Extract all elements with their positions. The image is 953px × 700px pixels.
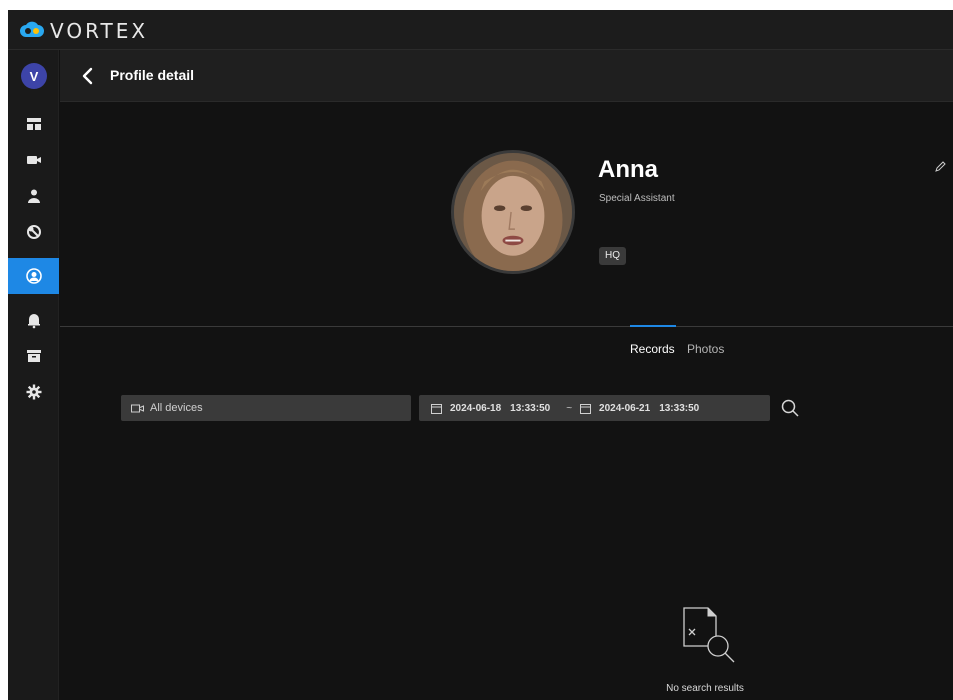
- date-range-picker[interactable]: 2024-06-18 13:33:50 ~ 2024-06-21 13:33:5…: [419, 395, 770, 421]
- start-date: 2024-06-18: [450, 402, 502, 414]
- profile-photo: [451, 150, 575, 274]
- sidebar-item-people[interactable]: [8, 178, 59, 214]
- start-time: 13:33:50: [510, 402, 551, 414]
- tab-records[interactable]: Records: [630, 342, 675, 356]
- cloud-logo-icon: [20, 21, 44, 37]
- no-results-icon: [683, 607, 735, 663]
- device-select-value: All devices: [150, 402, 203, 414]
- person-icon: [27, 189, 40, 203]
- sidebar-item-archive[interactable]: [8, 338, 59, 374]
- face-photo-image: [454, 153, 572, 271]
- tabs-divider: [60, 326, 953, 327]
- profile-icon: [25, 268, 42, 284]
- sidebar-item-settings[interactable]: [8, 374, 59, 410]
- page-header: Profile detail: [60, 50, 953, 102]
- bell-icon: [27, 314, 40, 329]
- user-avatar[interactable]: V: [21, 63, 47, 89]
- sidebar-item-profiles[interactable]: [8, 258, 59, 294]
- gear-icon: [26, 384, 41, 400]
- active-tab-indicator: [630, 325, 676, 327]
- end-date: 2024-06-21: [599, 402, 651, 414]
- device-select[interactable]: All devices: [121, 395, 411, 421]
- range-separator: ~: [566, 402, 573, 414]
- search-icon[interactable]: [780, 398, 800, 418]
- sidebar-item-cameras[interactable]: [8, 142, 59, 178]
- sidebar: V: [8, 50, 59, 700]
- archive-icon: [26, 350, 41, 362]
- calendar-icon: [431, 403, 442, 414]
- empty-state-text: No search results: [666, 683, 744, 694]
- edit-icon[interactable]: [933, 160, 947, 174]
- camera-outline-icon: [131, 404, 144, 412]
- back-arrow-icon[interactable]: [78, 65, 98, 87]
- group-tag: HQ: [599, 247, 626, 265]
- camera-icon: [26, 156, 41, 164]
- profile-role: Special Assistant: [599, 193, 675, 204]
- sidebar-item-alerts[interactable]: [8, 302, 59, 338]
- sidebar-item-dashboard[interactable]: [8, 106, 59, 142]
- dashboard-icon: [26, 118, 41, 130]
- sidebar-item-recognition[interactable]: [8, 214, 59, 250]
- end-time: 13:33:50: [659, 402, 700, 414]
- app-window: VORTEX V Profile detail Anna Special Ass…: [8, 10, 953, 700]
- page-title: Profile detail: [110, 67, 195, 83]
- face-recognition-icon: [26, 225, 41, 239]
- calendar-icon: [580, 403, 592, 414]
- tab-photos[interactable]: Photos: [687, 342, 724, 356]
- top-bar: VORTEX: [8, 10, 953, 50]
- profile-name: Anna: [598, 156, 658, 183]
- brand-name: VORTEX: [50, 19, 149, 43]
